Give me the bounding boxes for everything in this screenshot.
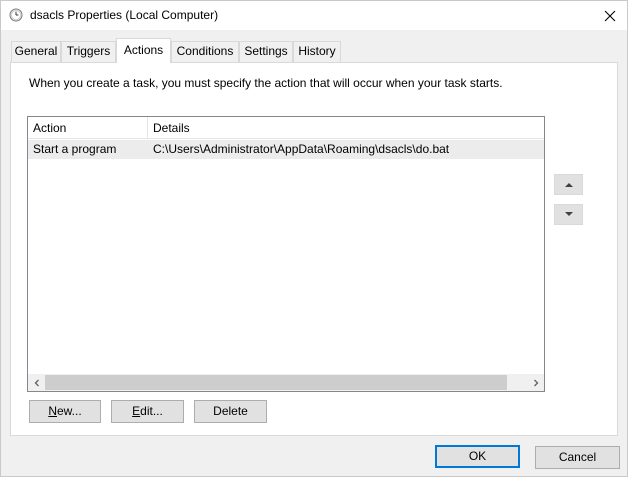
table-row[interactable]: Start a program C:\Users\Administrator\A… [28,140,544,159]
cancel-button[interactable]: Cancel [535,446,620,469]
row-details-cell: C:\Users\Administrator\AppData\Roaming\d… [153,142,450,156]
triangle-down-icon [564,212,573,217]
window-title: dsacls Properties (Local Computer) [30,8,219,22]
scroll-right-button[interactable] [527,374,544,391]
row-action-cell: Start a program [33,142,117,156]
instructions-text: When you create a task, you must specify… [29,76,503,90]
triangle-up-icon [564,182,573,187]
list-header: Action Details [28,117,544,139]
scrollbar-thumb[interactable] [45,375,507,390]
clock-icon [9,8,23,22]
move-up-button[interactable] [554,174,583,195]
tab-triggers[interactable]: Triggers [61,41,116,62]
move-down-button[interactable] [554,204,583,225]
actions-panel: When you create a task, you must specify… [10,62,618,436]
tab-general[interactable]: General [11,41,61,62]
close-button[interactable] [593,1,627,30]
chevron-left-icon [33,379,41,387]
edit-mnemonic: E [132,404,141,418]
column-header-details[interactable]: Details [148,117,544,139]
tab-settings[interactable]: Settings [239,41,293,62]
title-bar: dsacls Properties (Local Computer) [1,1,627,30]
new-action-button[interactable]: New... [29,400,101,423]
close-icon [604,10,616,22]
tab-history[interactable]: History [293,41,341,62]
scroll-left-button[interactable] [28,374,45,391]
tab-conditions[interactable]: Conditions [171,41,239,62]
horizontal-scrollbar[interactable] [28,374,544,391]
new-label-rest: ew... [56,404,82,418]
actions-list[interactable]: Action Details Start a program C:\Users\… [27,116,545,392]
column-header-action[interactable]: Action [28,117,148,139]
chevron-right-icon [532,379,540,387]
properties-dialog: dsacls Properties (Local Computer) Gener… [0,0,628,477]
tab-actions[interactable]: Actions [116,38,171,63]
delete-action-button[interactable]: Delete [194,400,267,423]
edit-label-rest: dit... [140,404,163,418]
ok-button[interactable]: OK [435,445,520,468]
edit-action-button[interactable]: Edit... [111,400,184,423]
new-mnemonic: N [48,404,57,418]
